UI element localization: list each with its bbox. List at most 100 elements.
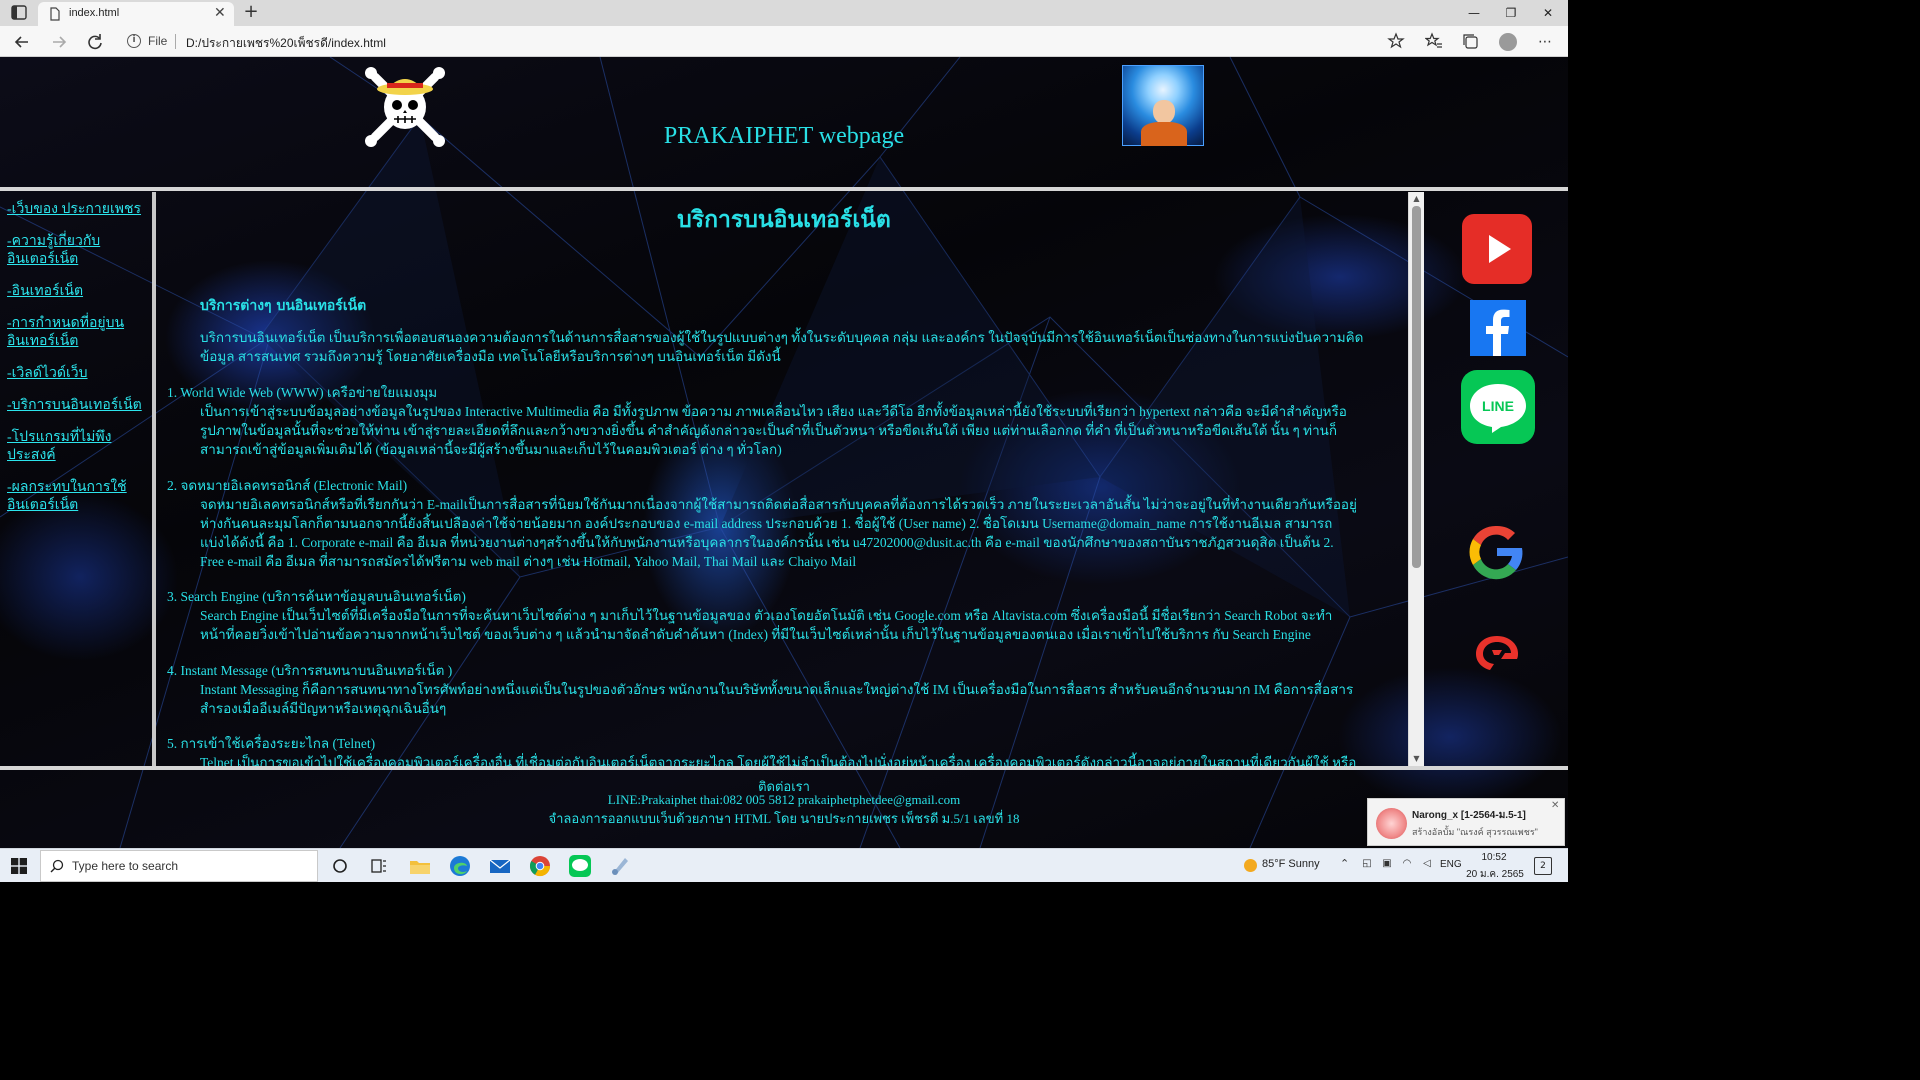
sidebar-link-home[interactable]: -เว็บของ ประกายเพชร: [7, 201, 147, 219]
collections-icon[interactable]: [1460, 32, 1480, 52]
section-heading: 2. จดหมายอิเลคทรอนิกส์ (Electronic Mail): [167, 478, 408, 493]
forward-button[interactable]: [48, 31, 70, 53]
content-scrollbar[interactable]: ▲ ▼: [1408, 192, 1424, 766]
footer-credit-line: จำลองการออกแบบเว็บด้วยภาษา HTML โดย นายป…: [548, 811, 1020, 826]
content-subtitle: บริการต่างๆ บนอินเทอร์เน็ต: [200, 298, 367, 314]
address-separator: [175, 34, 176, 49]
google-icon[interactable]: [1464, 518, 1530, 586]
chrome-icon[interactable]: [526, 853, 554, 879]
section-line: หน้าที่คอยวิ่งเข้าไปอ่านข้อความจากหน้าเว…: [200, 627, 1311, 642]
intro-line: บริการบนอินเทอร์เน็ต เป็นบริการเพื่อตอบส…: [200, 330, 1364, 345]
page-header: PRAKAIPHET webpage: [0, 57, 1568, 187]
section-line: รูปภาพในข้อมูลนั้นที่จะช่วยให้ท่าน เข้าส…: [200, 423, 1338, 438]
section-heading: 5. การเข้าใช้เครื่องระยะไกล (Telnet): [167, 736, 376, 751]
line-icon-label: LINE: [1482, 398, 1514, 414]
section-line: Instant Messaging ก็คือการสนทนาทางโทรศัพ…: [200, 682, 1354, 697]
tray-network-activity-icon[interactable]: ▣: [1380, 858, 1394, 872]
windows-taskbar: Type here to search 85°F Sunny ⌃ ◱ ▣ ◠ ◁…: [0, 848, 1568, 882]
web-page: PRAKAIPHET webpage -เว็บของ ประกายเพชร -…: [0, 57, 1568, 848]
restore-button[interactable]: ❐: [1493, 4, 1529, 22]
sidebar-link-internet[interactable]: -อินเทอร์เน็ต: [7, 283, 147, 301]
refresh-icon: [88, 34, 102, 50]
sidebar-link-services[interactable]: -บริการบนอินเทอร์เน็ต: [7, 397, 147, 415]
section-heading: 3. Search Engine (บริการค้นหาข้อมูลบนอิน…: [167, 589, 466, 604]
intro-line: ข้อมูล สารสนเทศ รวมถึงความรู้ โดยอาศัยเค…: [200, 349, 781, 364]
notification-toast[interactable]: Narong_x [1-2564-ม.5-1] สร้างอัลบั้ม "ณร…: [1367, 798, 1565, 846]
language-indicator[interactable]: ENG: [1440, 859, 1462, 870]
profile-icon[interactable]: [1499, 33, 1517, 51]
minimize-button[interactable]: —: [1456, 4, 1492, 22]
tab-close-icon[interactable]: ✕: [214, 5, 226, 21]
sidebar-nav: -เว็บของ ประกายเพชร -ความรู้เกี่ยวกับอิน…: [0, 192, 156, 766]
section-line: แบ่งได้ดังนี้ คือ 1. Corporate e-mail คื…: [200, 535, 1334, 550]
weather-sun-icon: [1244, 859, 1257, 872]
back-button[interactable]: [11, 31, 33, 53]
browser-toolbar: i File D:/ประกายเพชร%20เพ็ชรดี/index.htm…: [0, 26, 1568, 57]
section-line: สำรองเมื่ออีเมล์มีปัญหาหรือเหตุฉุกเฉินอื…: [200, 701, 447, 716]
sidebar-link-addressing[interactable]: -การกำหนดที่อยู่บนอินเทอร์เน็ต: [7, 315, 147, 351]
social-links: LINE: [1424, 192, 1568, 766]
browser-tab[interactable]: index.html ✕: [38, 2, 234, 28]
weather-text[interactable]: 85°F Sunny: [1262, 858, 1320, 870]
tray-meet-icon[interactable]: ◱: [1360, 858, 1374, 872]
section-line: Search Engine เป็นเว็บไซต์ที่มีเครื่องมื…: [200, 608, 1333, 623]
garena-icon[interactable]: [1472, 632, 1522, 676]
close-window-button[interactable]: ✕: [1530, 4, 1566, 22]
header-divider: [0, 187, 1568, 191]
line-icon[interactable]: LINE: [1461, 370, 1535, 444]
volume-icon[interactable]: ◁: [1420, 858, 1434, 872]
refresh-button[interactable]: [84, 31, 106, 53]
footer-contact-line: LINE:Prakaiphet thai:082 005 5812 prakai…: [607, 792, 961, 807]
scroll-down-icon[interactable]: ▼: [1409, 752, 1424, 766]
scroll-up-icon[interactable]: ▲: [1409, 192, 1424, 206]
notification-close-icon[interactable]: ✕: [1551, 800, 1559, 811]
action-center-icon[interactable]: 2: [1534, 857, 1552, 875]
add-favorite-icon[interactable]: [1386, 32, 1406, 52]
wifi-icon[interactable]: ◠: [1400, 858, 1414, 872]
section-heading: 4. Instant Message (บริการสนทนาบนอินเทอร…: [167, 663, 453, 678]
scroll-thumb[interactable]: [1412, 206, 1421, 568]
edge-icon[interactable]: [446, 853, 474, 879]
address-bar[interactable]: D:/ประกายเพชร%20เพ็ชรดี/index.html: [186, 34, 386, 53]
avatar-face: [1153, 100, 1175, 124]
section-line: ห่างกันคนละมุมโลกก็ตามนอกจากนี้ยังสิ้นเป…: [200, 516, 1333, 531]
tray-overflow-icon[interactable]: ⌃: [1340, 857, 1349, 870]
mail-icon[interactable]: [486, 853, 514, 879]
back-arrow-icon: [14, 36, 28, 48]
browser-tab-bar: index.html ✕ + — ❐ ✕: [0, 0, 1568, 28]
clock-date[interactable]: 20 ม.ค. 2565: [1466, 867, 1524, 882]
file-explorer-icon[interactable]: [406, 853, 434, 879]
sidebar-link-impacts[interactable]: -ผลกระทบในการใช้อินเตอร์เน็ต: [7, 479, 147, 515]
taskbar-search-box[interactable]: Type here to search: [40, 850, 318, 882]
windows-start-icon[interactable]: [11, 858, 27, 874]
content-title: บริการบนอินเทอร์เน็ต: [677, 207, 891, 233]
forward-arrow-icon: [53, 36, 67, 48]
extra-app-icon[interactable]: [606, 853, 634, 879]
tab-actions-icon[interactable]: [8, 4, 30, 22]
clock-time[interactable]: 10:52: [1470, 852, 1518, 863]
new-tab-button[interactable]: +: [240, 2, 262, 24]
sidebar-link-malware[interactable]: -โปรแกรมที่ไม่พึงประสงค์: [7, 429, 147, 465]
youtube-icon[interactable]: [1461, 213, 1533, 285]
document-icon: [50, 7, 60, 21]
line-app-icon[interactable]: [566, 853, 594, 879]
search-icon: [50, 859, 64, 873]
notification-body: สร้างอัลบั้ม "ณรงค์ สุวรรณเพชร": [1412, 827, 1538, 837]
facebook-icon[interactable]: [1470, 300, 1526, 356]
page-footer: ติดต่อเรา LINE:Prakaiphet thai:082 005 5…: [0, 770, 1568, 848]
site-info-icon[interactable]: i: [127, 34, 141, 48]
sidebar-link-internet-knowledge[interactable]: -ความรู้เกี่ยวกับอินเตอร์เน็ต: [7, 233, 147, 269]
notification-avatar: [1376, 808, 1407, 839]
address-scheme: File: [148, 34, 168, 48]
site-title: PRAKAIPHET webpage: [663, 123, 905, 149]
cortana-icon[interactable]: [326, 853, 354, 879]
sidebar-link-www[interactable]: -เวิลด์ไวด์เว็บ: [7, 365, 147, 383]
more-icon[interactable]: ⋯: [1535, 32, 1555, 52]
section-line: Telnet เป็นการขอเข้าไปใช้เครื่องคอมพิวเต…: [200, 755, 1357, 766]
task-view-icon[interactable]: [365, 853, 393, 879]
section-heading: 1. World Wide Web (WWW) เครือข่ายใยแมงมุ…: [167, 385, 438, 400]
section-line: เป็นการเข้าสู่ระบบข้อมูลอย่างข้อมูลในรูป…: [200, 404, 1347, 419]
section-line: จดหมายอิเลคทรอนิกส์หรือที่เรียกกันว่า E-…: [200, 497, 1357, 512]
main-content: บริการบนอินเทอร์เน็ต บริการต่างๆ บนอินเท…: [160, 192, 1408, 766]
favorites-icon[interactable]: [1424, 32, 1444, 52]
